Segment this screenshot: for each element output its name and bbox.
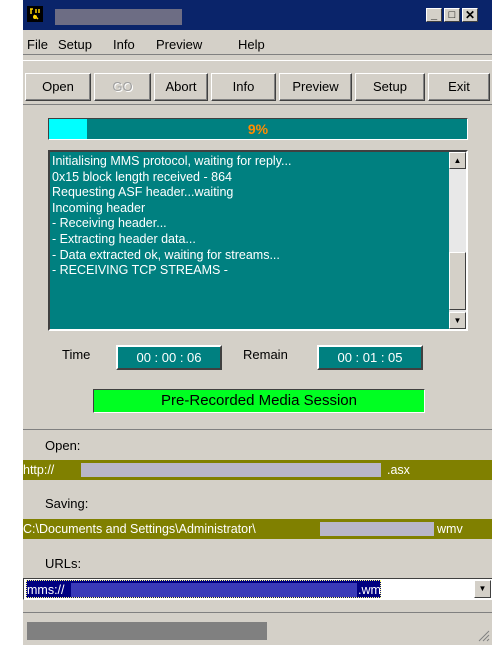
time-value: 00 : 00 : 06 [116, 345, 222, 370]
go-button[interactable]: GO [94, 73, 151, 101]
log-box[interactable]: Initialising MMS protocol, waiting for r… [48, 150, 468, 331]
urls-suffix: .wmv [358, 583, 388, 597]
scroll-thumb[interactable] [449, 252, 466, 310]
log-line: - Receiving header... [52, 216, 167, 231]
resize-grip-icon[interactable] [478, 630, 490, 642]
progress-percent: 9% [247, 121, 269, 137]
remain-value: 00 : 01 : 05 [317, 345, 423, 370]
redacted-block [71, 583, 357, 597]
log-line: - Data extracted ok, waiting for streams… [52, 247, 280, 262]
open-label: Open: [45, 438, 81, 453]
info-button[interactable]: Info [211, 73, 276, 101]
menu-info[interactable]: Info [113, 37, 135, 52]
saving-path-suffix: wmv [437, 522, 463, 536]
log-line: Requesting ASF header...waiting [52, 185, 234, 200]
log-line: Incoming header [52, 200, 146, 215]
menu-help[interactable]: Help [238, 37, 265, 52]
remain-label: Remain [243, 347, 288, 362]
urls-label: URLs: [45, 556, 82, 571]
saving-path-field[interactable]: C:\Documents and Settings\Administrator\… [23, 519, 492, 539]
open-url-prefix: http:// [23, 463, 55, 477]
open-url-field[interactable]: http:// .asx [23, 460, 492, 480]
close-button[interactable]: ✕ [462, 8, 478, 22]
app-icon[interactable] [27, 6, 43, 22]
redacted-block [320, 522, 434, 536]
exit-button[interactable]: Exit [428, 73, 490, 101]
scroll-up-icon[interactable]: ▲ [449, 152, 466, 169]
log-line: - Extracting header data... [52, 231, 196, 246]
abort-button[interactable]: Abort [154, 73, 208, 101]
urls-selected[interactable]: mms:// .wmv [26, 580, 387, 598]
file-panel: Open: http:// .asx Saving: C:\Documents … [23, 429, 492, 645]
menu-setup[interactable]: Setup [58, 37, 92, 52]
title-bar[interactable]: _ □ ✕ [23, 0, 492, 30]
menu-bar: File Setup Info Preview Help [23, 33, 492, 55]
log-line: Initialising MMS protocol, waiting for r… [52, 154, 292, 168]
session-type-banner: Pre-Recorded Media Session [93, 389, 425, 413]
menu-file[interactable]: File [27, 37, 48, 52]
status-progress-bar [27, 622, 267, 640]
divider [23, 612, 492, 613]
app-window: _ □ ✕ File Setup Info Preview Help Open … [22, 0, 492, 645]
preview-button[interactable]: Preview [279, 73, 352, 101]
menu-preview[interactable]: Preview [156, 37, 202, 52]
setup-button[interactable]: Setup [355, 73, 425, 101]
open-button[interactable]: Open [25, 73, 91, 101]
minimize-button[interactable]: _ [426, 8, 442, 22]
status-panel: 9% Initialising MMS protocol, waiting fo… [23, 104, 492, 429]
toolbar: Open GO Abort Info Preview Setup Exit [23, 60, 492, 104]
scroll-down-icon[interactable]: ▼ [449, 312, 466, 329]
redacted-block [81, 463, 381, 477]
log-scrollbar[interactable]: ▲ ▼ [449, 152, 466, 329]
saving-label: Saving: [45, 496, 89, 511]
log-lines: Initialising MMS protocol, waiting for r… [52, 154, 444, 279]
log-line: - RECEIVING TCP STREAMS - [52, 263, 228, 278]
time-label: Time [62, 347, 91, 362]
urls-prefix: mms:// [27, 583, 65, 597]
saving-path-prefix: C:\Documents and Settings\Administrator\ [23, 522, 256, 536]
chevron-down-icon[interactable]: ▼ [474, 580, 491, 598]
urls-dropdown[interactable]: mms:// .wmv ▼ [23, 578, 492, 600]
log-line: 0x15 block length received - 864 [52, 169, 232, 184]
title-text-redacted [55, 9, 182, 25]
progress-bar: 9% [48, 118, 468, 140]
open-url-suffix: .asx [387, 463, 410, 477]
maximize-button[interactable]: □ [444, 8, 460, 22]
